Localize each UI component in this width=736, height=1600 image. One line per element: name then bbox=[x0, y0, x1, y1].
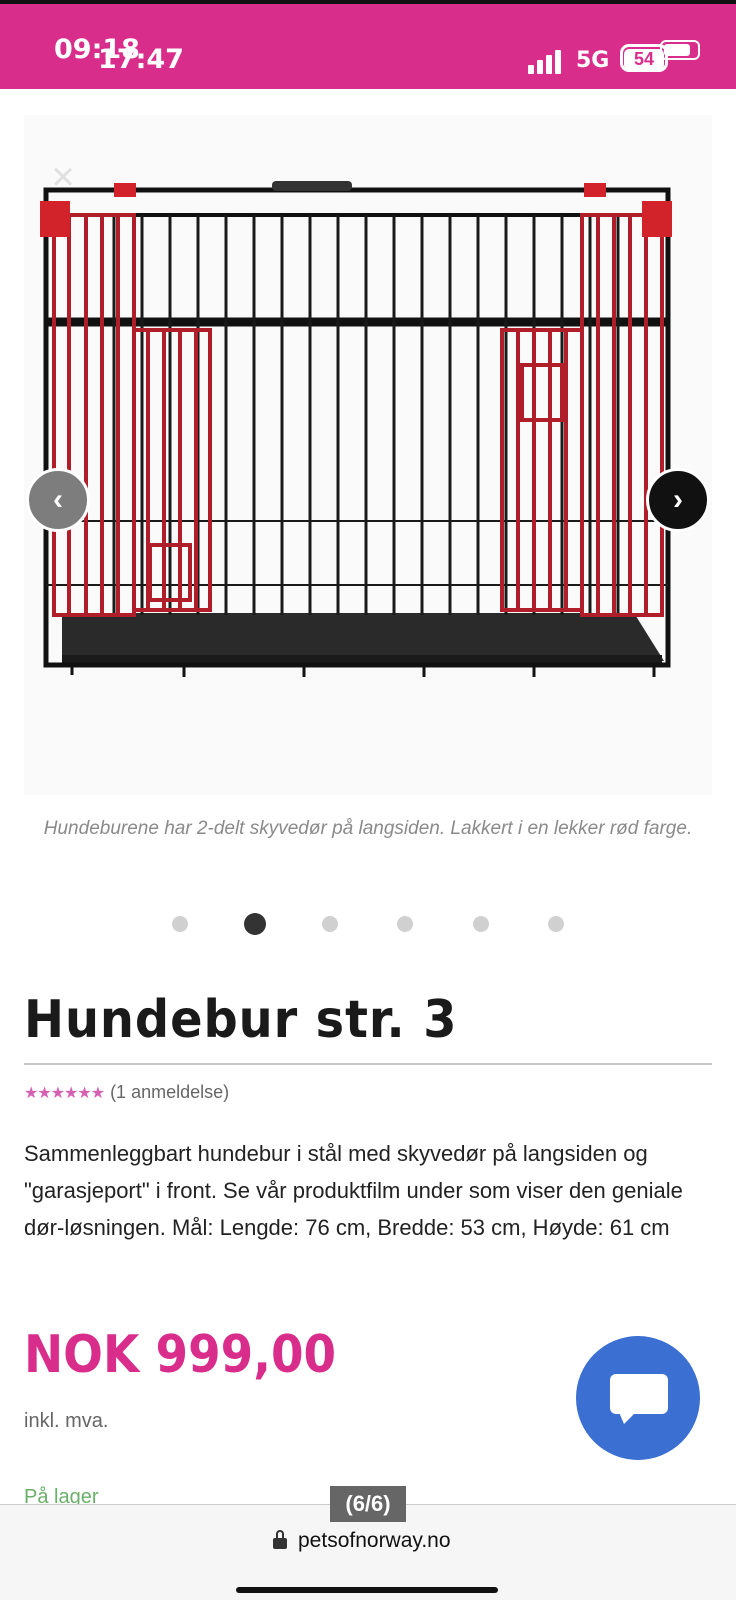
gallery-dot[interactable] bbox=[548, 916, 564, 932]
product-price: NOK 999,00 bbox=[24, 1325, 337, 1385]
network-type: 5G bbox=[576, 48, 610, 73]
product-title: Hundebur str. 3 bbox=[24, 990, 458, 1050]
status-bar: 09:18 17:47 5G 54 bbox=[0, 0, 736, 89]
gallery-prev-button[interactable]: ‹ bbox=[26, 468, 90, 532]
gallery-next-button[interactable]: › bbox=[646, 468, 710, 532]
product-rating[interactable]: ★★★★★★ (1 anmeldelse) bbox=[24, 1082, 229, 1103]
status-time: 17:47 bbox=[98, 44, 184, 75]
vat-note: inkl. mva. bbox=[24, 1410, 109, 1432]
gallery-dot[interactable] bbox=[397, 916, 413, 932]
gallery-dot[interactable] bbox=[473, 916, 489, 932]
chevron-left-icon: ‹ bbox=[53, 483, 63, 516]
review-count[interactable]: (1 anmeldelse) bbox=[110, 1082, 229, 1103]
image-counter: (6/6) bbox=[330, 1486, 406, 1522]
image-caption: Hundeburene har 2-delt skyvedør på langs… bbox=[43, 818, 693, 839]
lock-icon bbox=[273, 1530, 287, 1551]
gallery-dot[interactable] bbox=[172, 916, 188, 932]
chevron-right-icon: › bbox=[673, 483, 683, 516]
gallery-dot[interactable] bbox=[322, 916, 338, 932]
chat-button[interactable] bbox=[576, 1336, 700, 1460]
battery-level: 54 bbox=[624, 49, 664, 70]
title-divider bbox=[24, 1063, 712, 1065]
chat-icon bbox=[610, 1374, 668, 1414]
product-description: Sammenleggbart hundebur i stål med skyve… bbox=[24, 1141, 683, 1240]
home-indicator bbox=[236, 1587, 498, 1593]
dog-crate-image bbox=[40, 181, 672, 677]
signal-icon bbox=[528, 48, 564, 74]
gallery-dot-active[interactable] bbox=[244, 913, 266, 935]
address-domain[interactable]: petsofnorway.no bbox=[298, 1529, 451, 1553]
battery-icon-secondary bbox=[660, 40, 700, 60]
product-image[interactable] bbox=[24, 115, 712, 795]
rating-stars: ★★★★★★ bbox=[24, 1084, 105, 1102]
gallery-dots bbox=[0, 910, 736, 935]
close-icon[interactable]: × bbox=[46, 157, 80, 197]
